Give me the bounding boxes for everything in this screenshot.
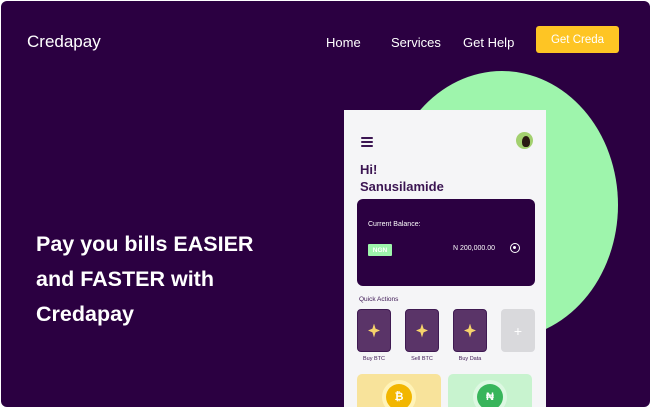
logo[interactable]: Credapay <box>27 32 101 52</box>
hero-headline: Pay you bills EASIER and FASTER with Cre… <box>36 227 306 332</box>
nav-get-help[interactable]: Get Help <box>463 35 514 50</box>
bitcoin-icon: ₿ <box>386 384 412 407</box>
buy-btc-tile <box>357 309 391 352</box>
btc-card: ₿ <box>357 374 441 407</box>
add-action-tile: + <box>501 309 535 352</box>
buy-btc-label: Buy BTC <box>362 356 385 362</box>
balance-card: Current Balance: NGN N 200,000.00 <box>357 199 535 286</box>
naira-card: ₦ <box>448 374 532 407</box>
sell-btc-label: Sell BTC <box>411 356 433 362</box>
sparkle-icon <box>416 323 428 338</box>
buy-data-tile <box>453 309 487 352</box>
avatar <box>516 132 533 149</box>
get-creda-button[interactable]: Get Creda <box>536 26 619 53</box>
buy-data-label: Buy Data <box>458 356 482 362</box>
sparkle-icon <box>464 323 476 338</box>
greeting: Hi! <box>360 162 378 177</box>
naira-icon: ₦ <box>477 384 503 407</box>
headline-line-2: and FASTER with <box>36 267 214 291</box>
sparkle-icon <box>368 323 380 338</box>
headline-line-1: Pay you bills EASIER <box>36 232 254 256</box>
hamburger-menu-icon <box>361 137 373 147</box>
balance-label: Current Balance: <box>368 221 421 228</box>
nav-home[interactable]: Home <box>326 35 361 50</box>
user-name: Sanusilamide <box>360 179 444 194</box>
balance-amount: N 200,000.00 <box>453 245 496 252</box>
hero-section: Credapay Home Services Get Help Get Cred… <box>1 1 650 407</box>
sell-btc-tile <box>405 309 439 352</box>
headline-line-3: Credapay <box>36 302 134 326</box>
nav-services[interactable]: Services <box>391 35 441 50</box>
quick-actions-title: Quick Actions <box>359 296 399 303</box>
phone-mockup: Hi! Sanusilamide Current Balance: NGN N … <box>344 110 546 407</box>
eye-icon <box>510 243 520 253</box>
currency-badge: NGN <box>368 244 392 256</box>
